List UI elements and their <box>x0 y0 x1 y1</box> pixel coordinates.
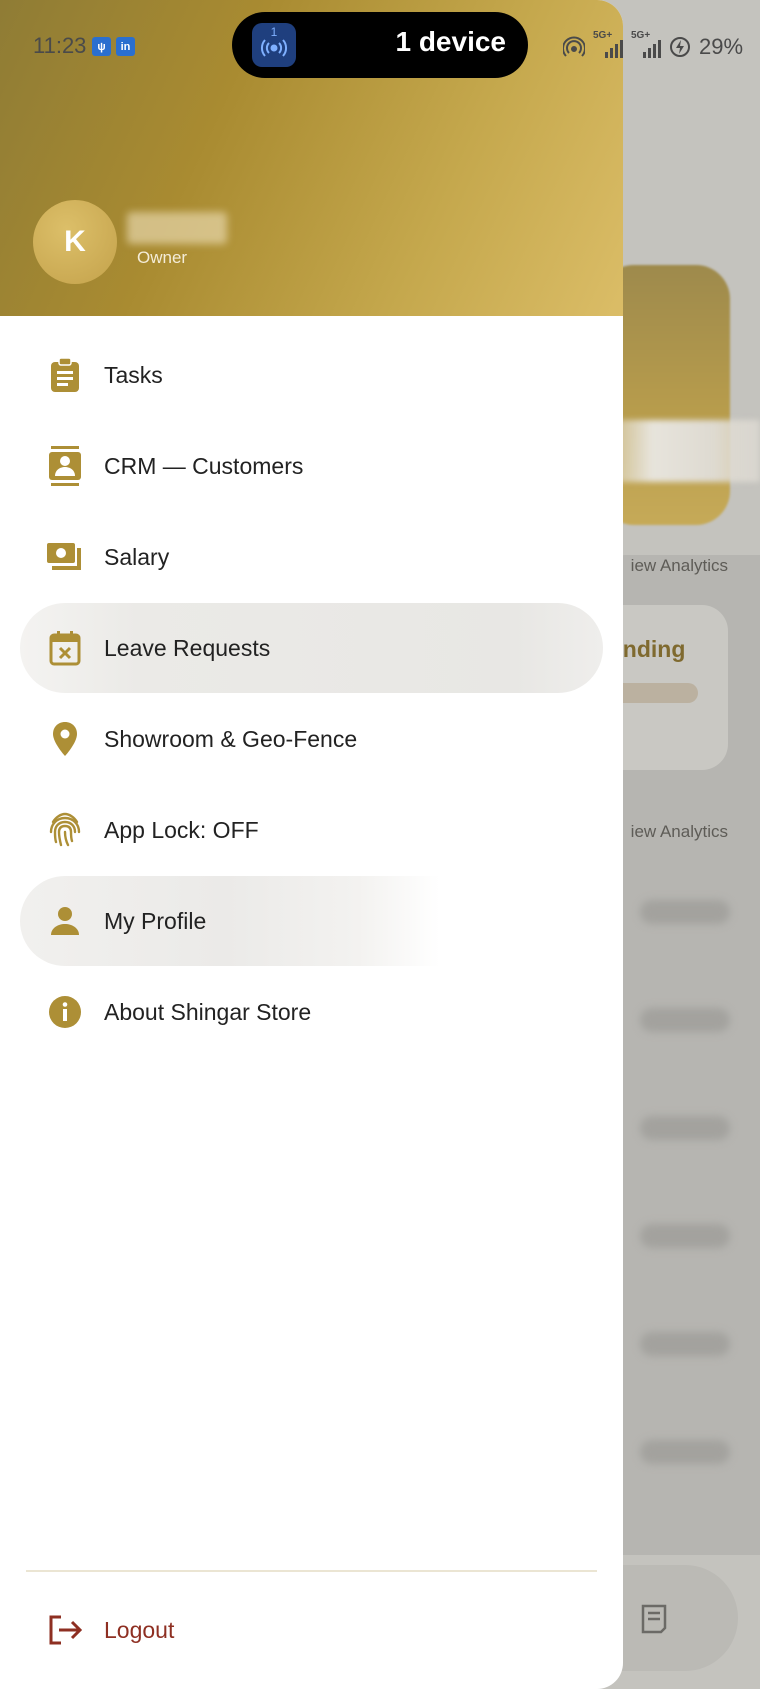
usb-icon: ψ <box>92 37 111 56</box>
money-icon <box>46 538 84 576</box>
hotspot-icon: 1 <box>252 23 296 67</box>
document-icon <box>641 1604 667 1634</box>
navigation-drawer: K Owner Tasks CRM — Customers Salary Lea… <box>0 0 623 1689</box>
status-bar: 11:23 ψ in 1 1 device 5G+ 5G+ 29% <box>0 0 760 92</box>
menu-label: Showroom & Geo-Fence <box>104 725 358 752</box>
bg-list-item <box>640 1440 730 1464</box>
drawer-divider <box>26 1570 597 1572</box>
menu-item-crm-customers[interactable]: CRM — Customers <box>20 421 603 511</box>
bg-pending-bar <box>610 683 698 703</box>
bg-list-item <box>640 900 730 924</box>
hotspot-status-icon <box>563 36 585 57</box>
user-role: Owner <box>137 248 188 267</box>
menu-item-about[interactable]: About Shingar Store <box>20 967 603 1057</box>
battery-level: 29% <box>699 34 744 59</box>
contact-card-icon <box>46 446 84 486</box>
avatar[interactable]: K <box>33 200 117 284</box>
bg-list-item <box>640 1008 730 1032</box>
fingerprint-icon <box>46 811 84 849</box>
signal-5g-icon: 5G+ <box>631 30 661 60</box>
menu-item-tasks[interactable]: Tasks <box>20 330 603 420</box>
menu-label: CRM — Customers <box>104 452 304 479</box>
menu-label: About Shingar Store <box>104 998 312 1025</box>
logout-icon <box>46 1611 84 1649</box>
logout-button[interactable]: Logout <box>20 1585 603 1675</box>
bg-list-item <box>640 1332 730 1356</box>
island-badge: 1 <box>270 25 278 39</box>
clipboard-icon <box>46 356 84 394</box>
status-icons: 5G+ 5G+ 29% <box>563 30 744 60</box>
calendar-x-icon <box>46 629 84 667</box>
person-icon <box>46 902 84 940</box>
bg-blurred-value <box>606 420 760 482</box>
bg-list-item <box>640 1224 730 1248</box>
bg-view-analytics-link-2: iew Analytics <box>630 822 728 841</box>
menu-item-my-profile[interactable]: My Profile <box>20 876 603 966</box>
menu-item-showroom-geo-fence[interactable]: Showroom & Geo-Fence <box>20 694 603 784</box>
bg-list-item <box>640 1116 730 1140</box>
battery-saver-icon <box>670 37 690 57</box>
menu-item-leave-requests[interactable]: Leave Requests <box>20 603 603 693</box>
user-name-blurred <box>127 212 227 244</box>
menu-label: Leave Requests <box>104 634 271 661</box>
menu-label: My Profile <box>104 907 207 934</box>
status-time: 11:23 <box>33 33 87 58</box>
info-icon <box>46 993 84 1031</box>
menu-label: Salary <box>104 543 170 570</box>
linkedin-icon: in <box>116 37 135 56</box>
menu-label: App Lock: OFF <box>104 816 259 843</box>
menu-item-salary[interactable]: Salary <box>20 512 603 602</box>
bg-view-analytics-link-1: iew Analytics <box>630 556 728 575</box>
menu-label: Tasks <box>104 361 163 388</box>
dynamic-island[interactable]: 1 1 device <box>232 12 528 78</box>
island-text: 1 device <box>395 26 506 57</box>
logout-label: Logout <box>104 1616 175 1643</box>
menu-item-app-lock[interactable]: App Lock: OFF <box>20 785 603 875</box>
location-pin-icon <box>46 720 84 758</box>
signal-5g-icon: 5G+ <box>593 30 623 60</box>
